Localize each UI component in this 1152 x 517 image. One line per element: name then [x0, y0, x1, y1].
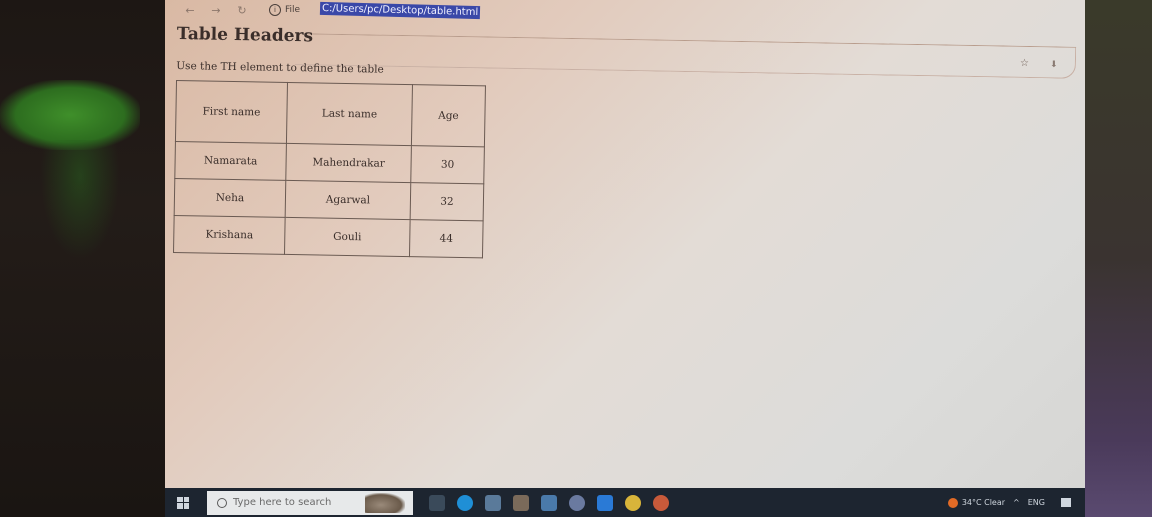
search-placeholder: Type here to search	[233, 497, 332, 508]
file-explorer-icon[interactable]	[485, 494, 501, 511]
browser-window: ← → ↻ i File C:/Users/pc/Desktop/table.h…	[165, 0, 1085, 488]
cell-first-name: Neha	[174, 178, 286, 218]
windows-start-icon[interactable]	[177, 496, 189, 509]
vscode-icon[interactable]	[597, 494, 613, 511]
cell-last-name: Agarwal	[285, 180, 411, 220]
header-first-name: First name	[175, 80, 288, 144]
header-age: Age	[411, 84, 486, 147]
page-title: Table Headers	[176, 24, 314, 47]
mail-icon[interactable]	[541, 494, 557, 511]
table-header-row: First name Last name Age	[175, 80, 486, 147]
cell-age: 30	[410, 145, 485, 184]
address-bar-url[interactable]: C:/Users/pc/Desktop/table.html	[319, 1, 481, 19]
weather-widget[interactable]: 34°C Clear	[947, 497, 1006, 508]
app-icon[interactable]	[569, 494, 585, 511]
windows-taskbar: Type here to search 34°C Clear ^ ENG	[165, 488, 1085, 517]
store-icon[interactable]	[513, 494, 529, 511]
download-icon[interactable]: ⬇	[1050, 60, 1058, 70]
reload-icon[interactable]: ↻	[235, 4, 249, 17]
forward-arrow-icon[interactable]: →	[209, 4, 223, 17]
info-icon: i	[269, 4, 281, 16]
browser-toolbar: ← → ↻ i File C:/Users/pc/Desktop/table.h…	[165, 0, 1085, 20]
system-tray: 34°C Clear ^ ENG	[947, 497, 1085, 508]
cell-last-name: Mahendrakar	[285, 143, 412, 183]
task-view-icon[interactable]	[429, 494, 445, 511]
chrome-icon-2[interactable]	[653, 494, 669, 511]
cell-first-name: Krishana	[173, 215, 286, 255]
tray-chevron-icon[interactable]: ^	[1013, 498, 1020, 507]
edge-icon[interactable]	[457, 494, 473, 511]
page-content: Table Headers Use the TH element to defi…	[173, 24, 487, 259]
search-highlight-image	[365, 492, 405, 513]
chrome-icon[interactable]	[625, 494, 641, 511]
taskbar-apps	[429, 494, 669, 511]
table-row: Krishana Gouli 44	[173, 215, 484, 258]
cell-age: 32	[410, 182, 484, 221]
sun-icon	[947, 497, 958, 508]
green-yarn-strand	[40, 140, 120, 260]
bookmark-star-icon[interactable]: ☆	[1020, 58, 1029, 69]
page-description: Use the TH element to define the table	[176, 59, 384, 76]
notification-icon[interactable]	[1061, 498, 1071, 507]
cell-age: 44	[409, 219, 484, 258]
back-arrow-icon[interactable]: ←	[183, 4, 197, 17]
cell-last-name: Gouli	[284, 217, 411, 257]
file-label: File	[285, 5, 301, 15]
photo-right-background	[1082, 0, 1152, 517]
people-table: First name Last name Age Namarata Mahend…	[173, 79, 486, 259]
search-icon	[217, 497, 227, 508]
table-row: Namarata Mahendrakar 30	[174, 141, 485, 184]
cell-first-name: Namarata	[174, 141, 287, 181]
header-last-name: Last name	[286, 82, 413, 146]
language-indicator[interactable]: ENG	[1028, 498, 1045, 507]
taskbar-search[interactable]: Type here to search	[207, 490, 413, 515]
table-row: Neha Agarwal 32	[174, 178, 484, 221]
site-info[interactable]: i File	[269, 4, 300, 16]
photo-left-background	[0, 0, 165, 517]
weather-text: 34°C Clear	[961, 498, 1006, 507]
